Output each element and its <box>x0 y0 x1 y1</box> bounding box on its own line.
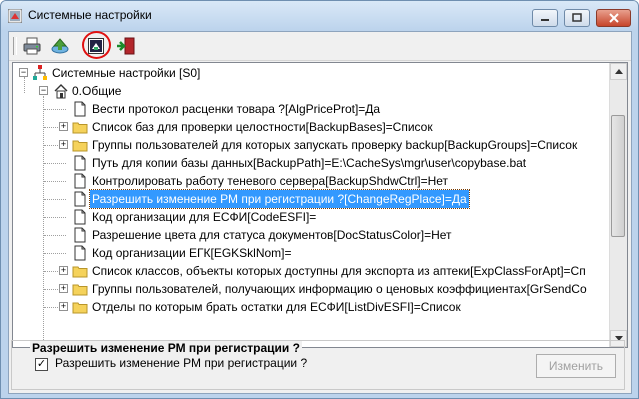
tree-group-label: 0.Общие <box>72 84 122 98</box>
checkmark-icon: ✓ <box>36 358 47 370</box>
collapse-icon[interactable]: − <box>19 68 28 77</box>
expand-icon[interactable]: + <box>59 140 68 149</box>
print-button[interactable] <box>21 35 43 57</box>
expand-icon[interactable]: + <box>59 284 68 293</box>
scroll-up-button[interactable] <box>610 63 627 80</box>
exit-door-icon <box>117 37 135 55</box>
close-button[interactable] <box>596 9 631 27</box>
tree-connector <box>44 163 66 164</box>
settings-window: Системные настройки − Системные настройк… <box>0 0 639 399</box>
tree-item[interactable]: Путь для копии базы данных[BackupPath]=E… <box>13 154 609 172</box>
tree-connector <box>44 217 66 218</box>
tree-item[interactable]: Разрешение цвета для статуса документов[… <box>13 226 609 244</box>
change-button[interactable]: Изменить <box>536 354 616 378</box>
tree-item[interactable]: + Группы пользователей для которых запуск… <box>13 136 609 154</box>
tree-item[interactable]: + Список баз для проверки целостности[Bac… <box>13 118 609 136</box>
tree-connector <box>44 235 66 236</box>
client-area: − Системные настройки [S0] − 0.Общие Вес… <box>8 31 632 394</box>
tree-item[interactable]: Вести протокол расценки товара ?[AlgPric… <box>13 100 609 118</box>
tree-item[interactable]: Разрешить изменение РМ при регистрации ?… <box>13 189 609 209</box>
tree-item[interactable]: Контролировать работу теневого сервера[B… <box>13 172 609 190</box>
scroll-thumb[interactable] <box>611 115 625 237</box>
toolbar-grip <box>13 37 17 55</box>
tree-connector <box>24 77 25 93</box>
tree-item-label: Путь для копии базы данных[BackupPath]=E… <box>92 156 527 170</box>
tree-item-label: Группы пользователей для которых запуска… <box>92 138 578 152</box>
close-icon <box>608 13 619 23</box>
home-icon <box>54 84 68 99</box>
toolbar <box>9 31 631 61</box>
tree-item[interactable]: Код организации ЕГК[EGKSklNom]= <box>13 244 609 262</box>
settings-tree[interactable]: − Системные настройки [S0] − 0.Общие Вес… <box>12 62 628 348</box>
tree-connector <box>44 253 66 254</box>
folder-icon <box>72 266 88 278</box>
tree-root-label: Системные настройки [S0] <box>52 66 201 80</box>
document-icon <box>74 245 86 261</box>
highlight-ring <box>82 31 111 59</box>
tree-item-label: Разрешение цвета для статуса документов[… <box>92 228 452 242</box>
vertical-scrollbar[interactable] <box>609 63 627 347</box>
tree-item[interactable]: Код организации для ЕСФИ[CodeESFI]= <box>13 208 609 226</box>
printer-icon <box>23 37 41 55</box>
tree-item-label: Код организации ЕГК[EGKSklNom]= <box>92 246 292 260</box>
arrow-up-icon <box>614 69 623 74</box>
tree-connector <box>44 181 66 182</box>
document-icon <box>74 209 86 225</box>
exit-button[interactable] <box>115 35 137 57</box>
tree-item-label: Код организации для ЕСФИ[CodeESFI]= <box>92 210 317 224</box>
folder-icon <box>72 122 88 134</box>
details-legend: Разрешить изменение РМ при регистрации ? <box>30 341 302 355</box>
expand-icon[interactable]: + <box>59 122 68 131</box>
folder-icon <box>72 140 88 152</box>
tree-group[interactable]: − 0.Общие <box>13 82 609 100</box>
maximize-icon <box>572 13 582 22</box>
tree-item-label: Отделы по которым брать остатки для ЕСФИ… <box>92 300 461 314</box>
document-icon <box>74 155 86 171</box>
folder-icon <box>72 302 88 314</box>
tree-connector <box>44 109 66 110</box>
tree-item-label: Контролировать работу теневого сервера[B… <box>92 174 449 188</box>
app-settings-icon <box>8 9 22 23</box>
network-root-icon <box>33 65 47 80</box>
document-icon <box>74 227 86 243</box>
refresh-button[interactable] <box>49 35 71 57</box>
refresh-icon <box>51 38 69 54</box>
window-title: Системные настройки <box>28 8 152 22</box>
checkbox-label[interactable]: Разрешить изменение РМ при регистрации ? <box>55 356 307 370</box>
folder-icon <box>72 284 88 296</box>
document-icon <box>74 191 86 207</box>
tree-item[interactable]: + Группы пользователей, получающих информ… <box>13 280 609 298</box>
title-bar[interactable]: Системные настройки <box>1 1 638 31</box>
expand-icon[interactable]: + <box>59 302 68 311</box>
tree-item-label: Вести протокол расценки товара ?[AlgPric… <box>92 102 381 116</box>
document-icon <box>74 101 86 117</box>
maximize-button[interactable] <box>564 9 590 27</box>
collapse-icon[interactable]: − <box>39 86 48 95</box>
tree-root[interactable]: − Системные настройки [S0] <box>13 64 609 82</box>
change-regplace-checkbox[interactable]: ✓ <box>35 358 48 371</box>
document-icon <box>74 173 86 189</box>
tree-item-label: Список классов, объекты которых доступны… <box>92 264 586 278</box>
tree-item-label: Разрешить изменение РМ при регистрации ?… <box>89 189 470 209</box>
tree-item[interactable]: + Список классов, объекты которых доступн… <box>13 262 609 280</box>
expand-icon[interactable]: + <box>59 266 68 275</box>
minimize-button[interactable] <box>532 9 558 27</box>
tree-connector <box>44 199 66 200</box>
tree-item-label: Список баз для проверки целостности[Back… <box>92 120 433 134</box>
tree-item[interactable]: + Отделы по которым брать остатки для ЕСФ… <box>13 298 609 316</box>
minimize-icon <box>541 19 549 21</box>
tree-item-label: Группы пользователей, получающих информа… <box>92 282 587 296</box>
